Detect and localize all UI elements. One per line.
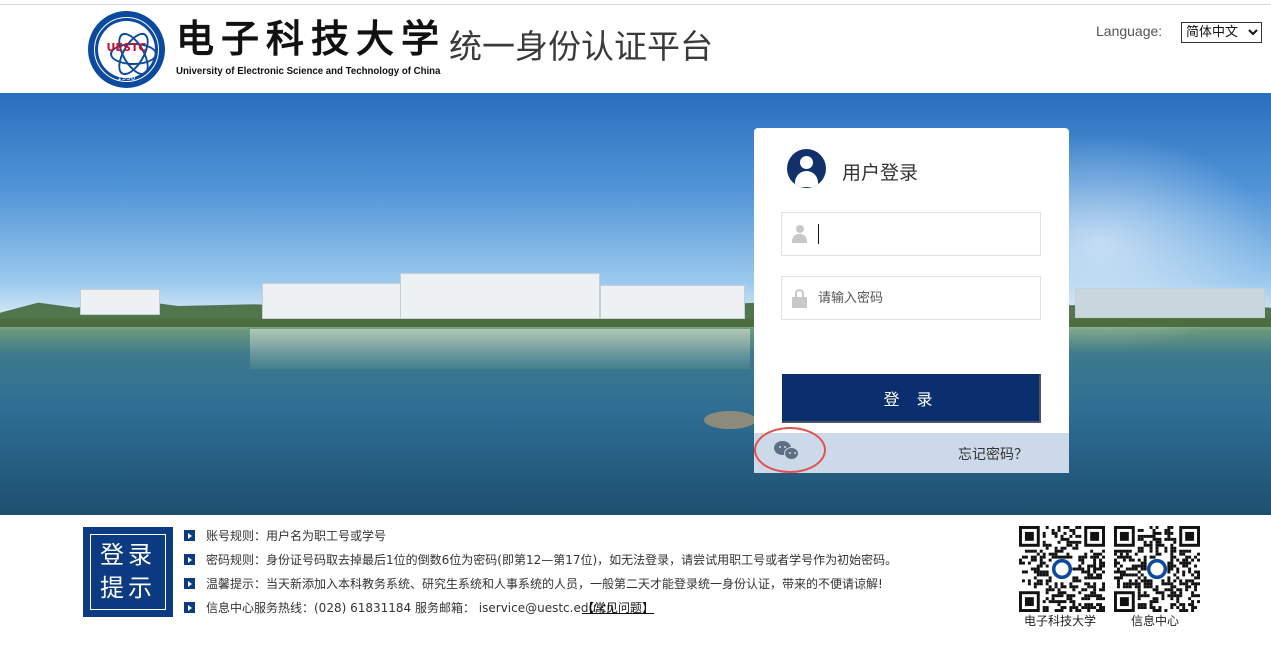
login-tips: 账号规则：用户名为职工号或学号 密码规则：身份证号码取去掉最后1位的倒数6位为密… [184, 528, 984, 624]
qr-code-uestc [1019, 526, 1105, 612]
campus-building [262, 283, 402, 319]
language-select[interactable]: 简体中文 [1181, 22, 1262, 43]
login-title: 用户登录 [842, 162, 919, 184]
logo-year: 1956 [117, 74, 136, 82]
login-button[interactable]: 登 录 [782, 374, 1041, 423]
login-panel: 用户登录 登 录 忘记密码？ [754, 128, 1069, 473]
tip-reminder: 温馨提示：当天新添加入本科教务系统、研究生系统和人事系统的人员，一般第二天才能登… [184, 576, 984, 600]
user-avatar-icon [787, 149, 826, 188]
tip-account-rule: 账号规则：用户名为职工号或学号 [184, 528, 984, 552]
user-icon [792, 225, 807, 243]
bullet-arrow-icon [184, 554, 195, 565]
bullet-arrow-icon [184, 530, 195, 541]
bullet-arrow-icon [184, 578, 195, 589]
uestc-seal-logo: UESTC 1956 [88, 11, 165, 88]
campus-building [400, 273, 600, 319]
campus-building [80, 289, 160, 315]
tips-logo-text: 登录提示 [100, 541, 156, 602]
logo-abbr: UESTC [106, 41, 147, 54]
qr-code-info-center [1114, 526, 1200, 612]
lock-icon [792, 289, 807, 308]
tip-password-rule: 密码规则：身份证号码取去掉最后1位的倒数6位为密码(即第12—第17位)，如无法… [184, 552, 984, 576]
tip-service-contact: 信息中心服务热线：(028) 61831184 服务邮箱： iservice@u… [184, 600, 984, 624]
password-field[interactable] [781, 276, 1041, 320]
school-name-cn: 电子科技大学 [176, 16, 447, 61]
username-field[interactable] [781, 212, 1041, 256]
password-input[interactable] [818, 277, 1033, 319]
username-input[interactable] [818, 213, 1033, 255]
site-header: UESTC 1956 电子科技大学 University of Electron… [0, 5, 1271, 93]
wechat-icon[interactable] [774, 441, 802, 463]
qr-label-uestc: 电子科技大学 [1024, 614, 1097, 628]
language-label: Language: [1096, 23, 1163, 39]
lake-rock [704, 411, 756, 429]
school-name-en: University of Electronic Science and Tec… [176, 65, 441, 77]
forgot-password-link[interactable]: 忘记密码？ [958, 444, 1028, 464]
platform-title: 统一身份认证平台 [449, 27, 713, 66]
campus-banner [0, 93, 1271, 515]
faq-link[interactable]: 【常见问题】 [582, 600, 654, 616]
qr-label-info-center: 信息中心 [1131, 614, 1180, 628]
campus-building [600, 285, 745, 319]
text-caret [818, 224, 819, 244]
login-tips-logo: 登录提示 [83, 527, 173, 617]
login-footer-bar: 忘记密码？ [754, 427, 1069, 473]
lake-reflection [250, 329, 750, 369]
campus-building [1075, 288, 1265, 318]
bullet-arrow-icon [184, 602, 195, 613]
